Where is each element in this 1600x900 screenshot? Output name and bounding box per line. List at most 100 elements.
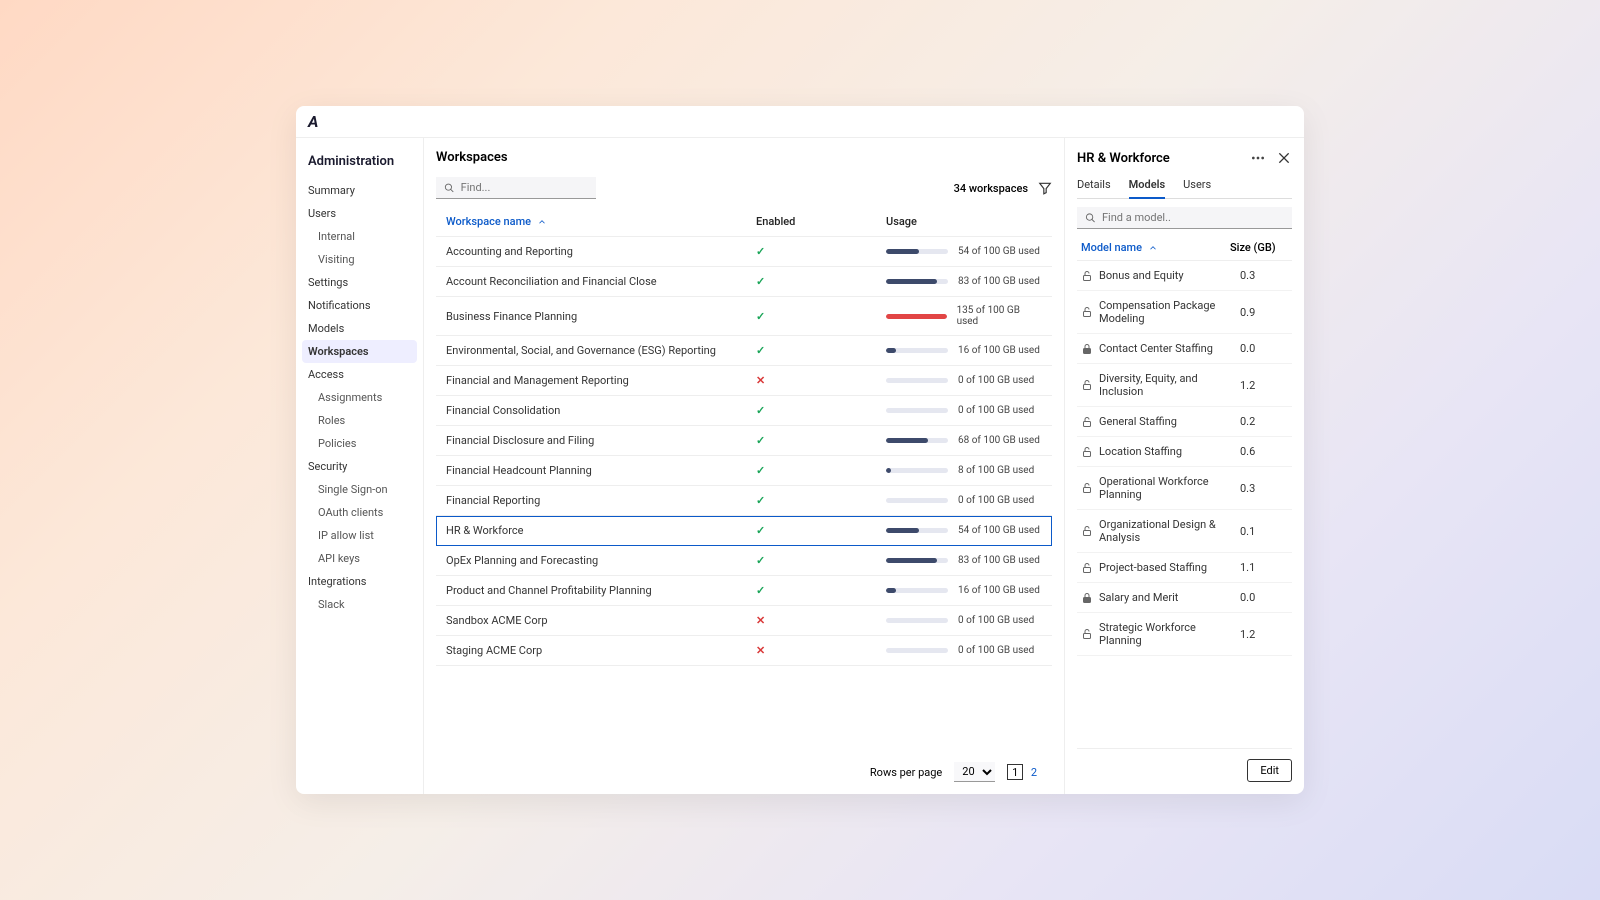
usage-text: 0 of 100 GB used bbox=[958, 375, 1034, 386]
model-search-input[interactable] bbox=[1102, 211, 1284, 224]
page-2[interactable]: 2 bbox=[1026, 764, 1042, 780]
table-row[interactable]: Accounting and Reporting ✓ 54 of 100 GB … bbox=[436, 237, 1052, 267]
model-name: General Staffing bbox=[1099, 415, 1240, 428]
table-row[interactable]: OpEx Planning and Forecasting ✓ 83 of 10… bbox=[436, 546, 1052, 576]
sidebar-item-assignments[interactable]: Assignments bbox=[302, 386, 417, 409]
sidebar-item-api-keys[interactable]: API keys bbox=[302, 547, 417, 570]
model-list: Bonus and Equity 0.3 Compensation Packag… bbox=[1077, 261, 1292, 656]
cross-icon: ✕ bbox=[756, 614, 765, 627]
more-icon[interactable] bbox=[1250, 150, 1266, 166]
model-row[interactable]: Operational Workforce Planning 0.3 bbox=[1077, 467, 1292, 510]
col-workspace-name[interactable]: Workspace name bbox=[446, 215, 756, 228]
model-name: Bonus and Equity bbox=[1099, 269, 1240, 282]
sidebar-item-slack[interactable]: Slack bbox=[302, 593, 417, 616]
sidebar-item-security[interactable]: Security bbox=[302, 455, 417, 478]
sidebar-item-ip-allow-list[interactable]: IP allow list bbox=[302, 524, 417, 547]
model-row[interactable]: Contact Center Staffing 0.0 bbox=[1077, 334, 1292, 364]
workspace-name-cell: Financial Disclosure and Filing bbox=[446, 434, 756, 447]
table-row[interactable]: Financial Reporting ✓ 0 of 100 GB used bbox=[436, 486, 1052, 516]
col-enabled[interactable]: Enabled bbox=[756, 215, 886, 228]
table-row[interactable]: Financial Consolidation ✓ 0 of 100 GB us… bbox=[436, 396, 1052, 426]
model-row[interactable]: Project-based Staffing 1.1 bbox=[1077, 553, 1292, 583]
table-row[interactable]: Financial and Management Reporting ✕ 0 o… bbox=[436, 366, 1052, 396]
workspace-name-cell: Staging ACME Corp bbox=[446, 644, 756, 657]
sidebar-item-users[interactable]: Users bbox=[302, 202, 417, 225]
sidebar-item-internal[interactable]: Internal bbox=[302, 225, 417, 248]
close-icon[interactable] bbox=[1276, 150, 1292, 166]
table-row[interactable]: Financial Headcount Planning ✓ 8 of 100 … bbox=[436, 456, 1052, 486]
workspace-search[interactable] bbox=[436, 177, 596, 199]
model-name: Organizational Design & Analysis bbox=[1099, 518, 1240, 544]
model-row[interactable]: General Staffing 0.2 bbox=[1077, 407, 1292, 437]
lock-open-icon bbox=[1081, 628, 1099, 640]
sidebar-item-oauth-clients[interactable]: OAuth clients bbox=[302, 501, 417, 524]
filter-icon[interactable] bbox=[1038, 181, 1052, 195]
cross-icon: ✕ bbox=[756, 374, 765, 387]
sidebar-item-access[interactable]: Access bbox=[302, 363, 417, 386]
sidebar-item-summary[interactable]: Summary bbox=[302, 179, 417, 202]
table-row[interactable]: HR & Workforce ✓ 54 of 100 GB used bbox=[436, 516, 1052, 546]
sidebar-item-policies[interactable]: Policies bbox=[302, 432, 417, 455]
enabled-cell: ✕ bbox=[756, 614, 886, 627]
col-usage[interactable]: Usage bbox=[886, 215, 1042, 228]
check-icon: ✓ bbox=[756, 275, 765, 288]
sidebar-item-visiting[interactable]: Visiting bbox=[302, 248, 417, 271]
workspace-name-cell: Financial Consolidation bbox=[446, 404, 756, 417]
tab-details[interactable]: Details bbox=[1077, 174, 1111, 198]
page-1[interactable]: 1 bbox=[1007, 764, 1023, 780]
edit-button[interactable]: Edit bbox=[1247, 759, 1292, 782]
tab-users[interactable]: Users bbox=[1183, 174, 1211, 198]
sidebar-item-notifications[interactable]: Notifications bbox=[302, 294, 417, 317]
workspace-search-input[interactable] bbox=[461, 181, 588, 194]
model-name: Location Staffing bbox=[1099, 445, 1240, 458]
sidebar-item-settings[interactable]: Settings bbox=[302, 271, 417, 294]
col-model-size[interactable]: Size (GB) bbox=[1230, 241, 1288, 254]
col-name-label: Workspace name bbox=[446, 215, 531, 228]
lock-open-icon bbox=[1081, 525, 1099, 537]
col-model-name[interactable]: Model name bbox=[1081, 241, 1230, 254]
usage-text: 54 of 100 GB used bbox=[958, 525, 1040, 536]
usage-text: 0 of 100 GB used bbox=[958, 495, 1034, 506]
model-row[interactable]: Bonus and Equity 0.3 bbox=[1077, 261, 1292, 291]
model-search[interactable] bbox=[1077, 207, 1292, 229]
model-size: 0.1 bbox=[1240, 525, 1288, 538]
table-row[interactable]: Staging ACME Corp ✕ 0 of 100 GB used bbox=[436, 636, 1052, 666]
model-row[interactable]: Organizational Design & Analysis 0.1 bbox=[1077, 510, 1292, 553]
model-row[interactable]: Salary and Merit 0.0 bbox=[1077, 583, 1292, 613]
sidebar-item-workspaces[interactable]: Workspaces bbox=[302, 340, 417, 363]
lock-open-icon bbox=[1081, 446, 1099, 458]
sidebar-item-models[interactable]: Models bbox=[302, 317, 417, 340]
table-row[interactable]: Sandbox ACME Corp ✕ 0 of 100 GB used bbox=[436, 606, 1052, 636]
rows-per-page-select[interactable]: 20 bbox=[954, 762, 995, 782]
model-size: 0.3 bbox=[1240, 482, 1288, 495]
model-row[interactable]: Diversity, Equity, and Inclusion 1.2 bbox=[1077, 364, 1292, 407]
sidebar-item-integrations[interactable]: Integrations bbox=[302, 570, 417, 593]
model-row[interactable]: Strategic Workforce Planning 1.2 bbox=[1077, 613, 1292, 656]
lock-closed-icon bbox=[1081, 592, 1099, 604]
model-size: 1.2 bbox=[1240, 379, 1288, 392]
table-row[interactable]: Product and Channel Profitability Planni… bbox=[436, 576, 1052, 606]
enabled-cell: ✓ bbox=[756, 245, 886, 258]
usage-bar bbox=[886, 498, 948, 503]
lock-closed-icon bbox=[1081, 343, 1099, 355]
sidebar-item-single-sign-on[interactable]: Single Sign-on bbox=[302, 478, 417, 501]
model-row[interactable]: Location Staffing 0.6 bbox=[1077, 437, 1292, 467]
page-title: Workspaces bbox=[436, 150, 1052, 165]
table-row[interactable]: Account Reconciliation and Financial Clo… bbox=[436, 267, 1052, 297]
tab-models[interactable]: Models bbox=[1129, 174, 1165, 199]
cross-icon: ✕ bbox=[756, 644, 765, 657]
enabled-cell: ✓ bbox=[756, 494, 886, 507]
workspace-name-cell: Business Finance Planning bbox=[446, 310, 756, 323]
model-name: Project-based Staffing bbox=[1099, 561, 1240, 574]
table-row[interactable]: Financial Disclosure and Filing ✓ 68 of … bbox=[436, 426, 1052, 456]
usage-text: 16 of 100 GB used bbox=[958, 345, 1040, 356]
table-row[interactable]: Environmental, Social, and Governance (E… bbox=[436, 336, 1052, 366]
table-row[interactable]: Business Finance Planning ✓ 135 of 100 G… bbox=[436, 297, 1052, 336]
sidebar-item-roles[interactable]: Roles bbox=[302, 409, 417, 432]
usage-cell: 54 of 100 GB used bbox=[886, 246, 1042, 257]
usage-bar bbox=[886, 468, 948, 473]
usage-text: 54 of 100 GB used bbox=[958, 246, 1040, 257]
model-size: 0.0 bbox=[1240, 342, 1288, 355]
model-row[interactable]: Compensation Package Modeling 0.9 bbox=[1077, 291, 1292, 334]
model-name: Strategic Workforce Planning bbox=[1099, 621, 1240, 647]
